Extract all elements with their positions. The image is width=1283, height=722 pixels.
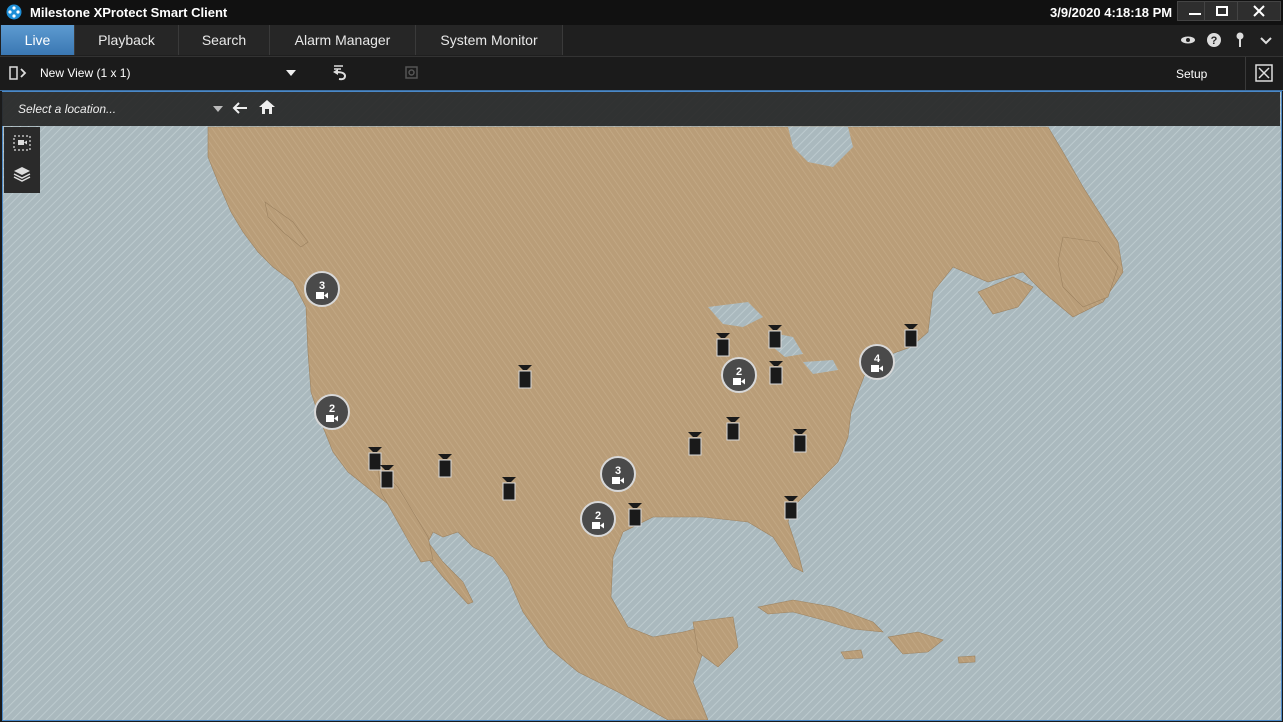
key-icon[interactable] <box>1231 31 1249 49</box>
view-toolbar: New View (1 x 1) Setup <box>0 57 1283 91</box>
status-icon[interactable] <box>1179 31 1197 49</box>
toolbar-divider <box>1245 57 1246 90</box>
chevron-down-icon[interactable] <box>1257 31 1275 49</box>
location-selector[interactable]: Select a location... <box>18 102 116 116</box>
cluster-count: 4 <box>873 352 881 365</box>
camera-icon <box>871 364 883 372</box>
camera-pin[interactable] <box>437 454 453 478</box>
view-selector[interactable]: New View (1 x 1) <box>40 66 130 80</box>
help-icon[interactable]: ? <box>1205 31 1223 49</box>
camera-pin[interactable] <box>627 503 643 527</box>
cluster-count: 3 <box>614 464 622 477</box>
close-button[interactable] <box>1237 1 1281 21</box>
maximize-icon <box>1216 6 1228 16</box>
layers-icon[interactable] <box>13 165 31 183</box>
landmass-puerto-rico <box>957 655 976 664</box>
setup-button[interactable]: Setup <box>1176 67 1207 81</box>
camera-icon <box>592 521 604 529</box>
collapse-pane-icon[interactable] <box>9 65 29 81</box>
cluster-count: 2 <box>735 365 743 378</box>
view-dropdown-chevron-icon[interactable] <box>286 69 296 77</box>
tab-live[interactable]: Live <box>1 25 75 55</box>
app-logo-icon <box>6 4 22 20</box>
camera-icon <box>612 476 624 484</box>
fullscreen-icon[interactable] <box>1255 64 1273 82</box>
smart-map[interactable]: 3 2 2 4 3 2 <box>2 91 1282 721</box>
camera-icon <box>733 377 745 385</box>
cluster-count: 3 <box>318 279 326 292</box>
clock: 3/9/2020 4:18:18 PM <box>1050 5 1173 20</box>
select-area-icon[interactable] <box>13 135 31 151</box>
camera-pin[interactable] <box>501 477 517 501</box>
camera-icon <box>316 291 328 299</box>
camera-pin[interactable] <box>783 496 799 520</box>
close-icon <box>1253 5 1265 17</box>
camera-pin[interactable] <box>379 465 395 489</box>
undo-view-icon[interactable] <box>330 63 348 81</box>
camera-cluster-houston[interactable]: 2 <box>580 501 616 537</box>
svg-text:?: ? <box>1211 35 1218 47</box>
app-title: Milestone XProtect Smart Client <box>30 5 228 20</box>
camera-pin[interactable] <box>792 429 808 453</box>
tab-alarm-manager[interactable]: Alarm Manager <box>270 25 416 55</box>
camera-pin[interactable] <box>725 417 741 441</box>
tab-system-monitor[interactable]: System Monitor <box>416 25 563 55</box>
camera-cluster-seattle[interactable]: 3 <box>304 271 340 307</box>
camera-pin[interactable] <box>768 361 784 385</box>
map-side-tools <box>4 127 40 193</box>
main-tab-bar: Live Playback Search Alarm Manager Syste… <box>0 25 1283 57</box>
camera-pin[interactable] <box>767 325 783 349</box>
location-dropdown-chevron-icon[interactable] <box>213 106 223 113</box>
camera-icon <box>326 414 338 422</box>
home-icon[interactable] <box>259 100 275 114</box>
title-bar: Milestone XProtect Smart Client 3/9/2020… <box>0 0 1283 25</box>
back-arrow-icon[interactable] <box>232 101 248 115</box>
location-bar: Select a location... <box>2 92 1280 126</box>
camera-pin[interactable] <box>517 365 533 389</box>
snapshot-icon[interactable] <box>404 64 420 80</box>
map-canvas[interactable] <box>3 92 1281 720</box>
tab-search[interactable]: Search <box>179 25 270 55</box>
cluster-count: 2 <box>594 509 602 522</box>
maximize-button[interactable] <box>1204 1 1240 21</box>
minimize-icon <box>1189 13 1201 15</box>
camera-pin[interactable] <box>687 432 703 456</box>
camera-pin[interactable] <box>715 333 731 357</box>
camera-cluster-chicago[interactable]: 2 <box>721 357 757 393</box>
camera-pin[interactable] <box>903 324 919 348</box>
tab-playback[interactable]: Playback <box>75 25 179 55</box>
camera-cluster-san-francisco[interactable]: 2 <box>314 394 350 430</box>
camera-cluster-dallas[interactable]: 3 <box>600 456 636 492</box>
camera-cluster-new-york[interactable]: 4 <box>859 344 895 380</box>
cluster-count: 2 <box>328 402 336 415</box>
